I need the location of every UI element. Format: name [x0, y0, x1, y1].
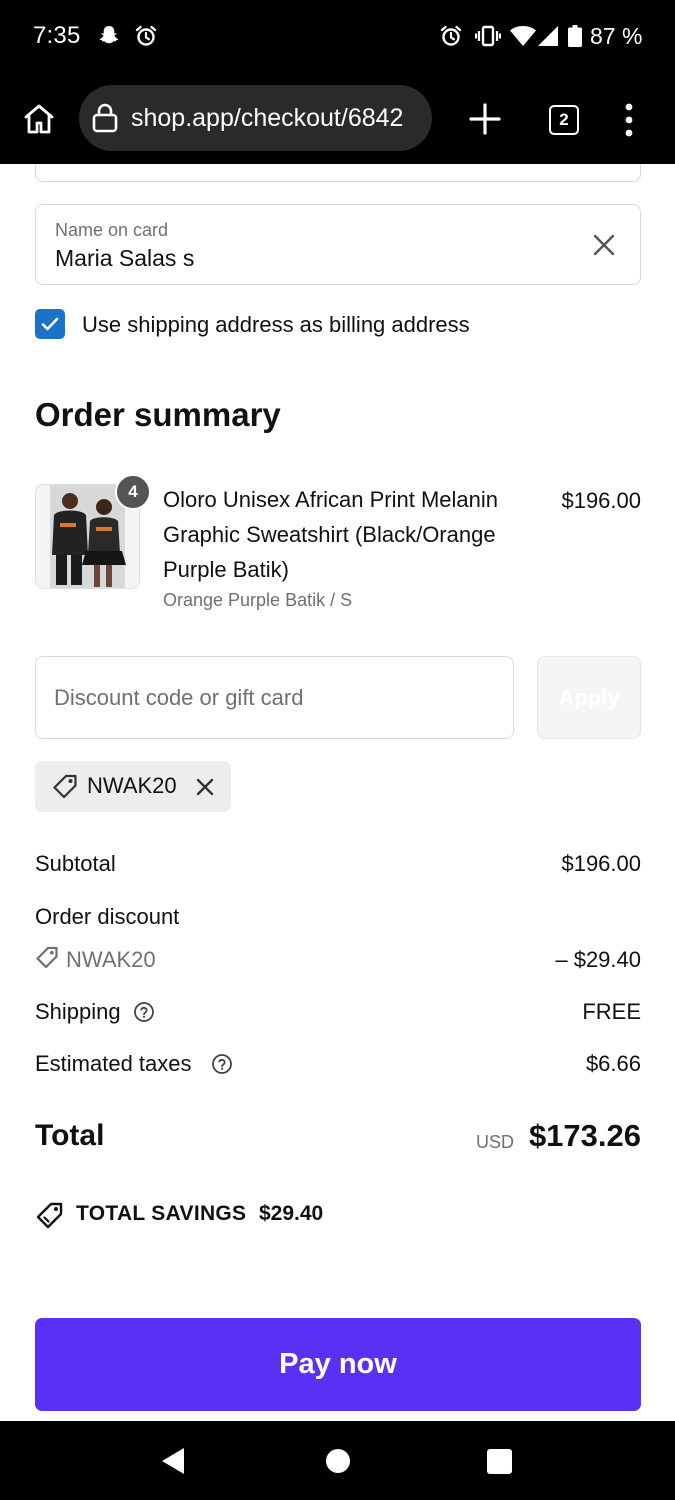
vibrate-icon: [474, 22, 502, 50]
product-price: $196.00: [561, 488, 641, 513]
browser-toolbar: shop.app/checkout/6842 2: [0, 74, 675, 164]
help-icon[interactable]: [211, 1053, 233, 1075]
previous-field[interactable]: [35, 164, 641, 182]
battery-percentage: 87 %: [590, 23, 643, 49]
shipping-label: Shipping: [35, 999, 121, 1024]
taxes-label: Estimated taxes: [35, 1051, 192, 1076]
remove-discount-icon[interactable]: [193, 775, 217, 799]
pay-now-button[interactable]: Pay now: [35, 1318, 641, 1411]
product-variant: Orange Purple Batik / S: [163, 590, 353, 610]
signal-icon: [536, 22, 560, 50]
applied-code-text: NWAK20: [87, 773, 177, 798]
android-nav-bar: [0, 1421, 675, 1500]
home-nav-icon[interactable]: [326, 1449, 350, 1473]
status-time: 7:35: [33, 22, 81, 49]
more-menu-button[interactable]: [616, 102, 642, 138]
total-value: $173.26: [528, 1118, 641, 1153]
recents-icon[interactable]: [487, 1449, 512, 1474]
total-savings-label: TOTAL SAVINGS: [76, 1202, 247, 1225]
check-icon: [41, 317, 59, 331]
battery-icon: [567, 22, 583, 50]
alarm-icon: [133, 22, 159, 50]
savings-tag-icon: [36, 1202, 63, 1229]
total-label: Total: [35, 1119, 105, 1152]
clear-icon[interactable]: [590, 231, 618, 259]
name-on-card-field[interactable]: Name on card Maria Salas s: [35, 204, 641, 285]
tag-icon: [53, 774, 77, 799]
billing-checkbox-label[interactable]: Use shipping address as billing address: [82, 312, 470, 338]
wifi-icon: [509, 22, 537, 50]
total-savings-value: $29.40: [259, 1202, 324, 1225]
discount-value: – $29.40: [555, 947, 641, 972]
subtotal-value: $196.00: [561, 851, 641, 876]
taxes-value: $6.66: [585, 1051, 641, 1076]
lock-icon: [92, 103, 118, 133]
billing-address-checkbox[interactable]: [35, 309, 65, 339]
apply-discount-button[interactable]: Apply: [537, 656, 641, 739]
tab-switcher-button[interactable]: 2: [549, 105, 579, 135]
total-currency: USD: [476, 1132, 515, 1152]
quantity-badge: 4: [115, 474, 151, 510]
product-name: Oloro Unisex African Print Melanin Graph…: [163, 487, 499, 582]
discount-code-input[interactable]: [35, 656, 514, 739]
alarm-icon: [438, 22, 464, 50]
checkout-content: Name on card Maria Salas s Use shipping …: [0, 164, 675, 1421]
home-button[interactable]: [18, 98, 60, 140]
shipping-value: FREE: [582, 999, 641, 1024]
address-bar[interactable]: shop.app/checkout/6842: [79, 85, 432, 151]
name-on-card-value[interactable]: Maria Salas s: [55, 245, 194, 272]
name-on-card-label: Name on card: [55, 220, 169, 240]
new-tab-button[interactable]: [466, 100, 504, 138]
tag-icon: [36, 946, 58, 969]
order-summary-title: Order summary: [35, 396, 281, 433]
applied-discount-chip: NWAK20: [35, 761, 231, 812]
url-text: shop.app/checkout/6842: [131, 104, 404, 132]
order-discount-label: Order discount: [35, 904, 180, 929]
back-icon[interactable]: [160, 1447, 186, 1475]
status-bar: 7:35 87 %: [0, 0, 675, 74]
subtotal-label: Subtotal: [35, 851, 116, 876]
help-icon[interactable]: [133, 1001, 155, 1023]
discount-code-label: NWAK20: [66, 947, 156, 972]
snapchat-icon: [95, 22, 123, 50]
home-icon: [24, 104, 54, 134]
